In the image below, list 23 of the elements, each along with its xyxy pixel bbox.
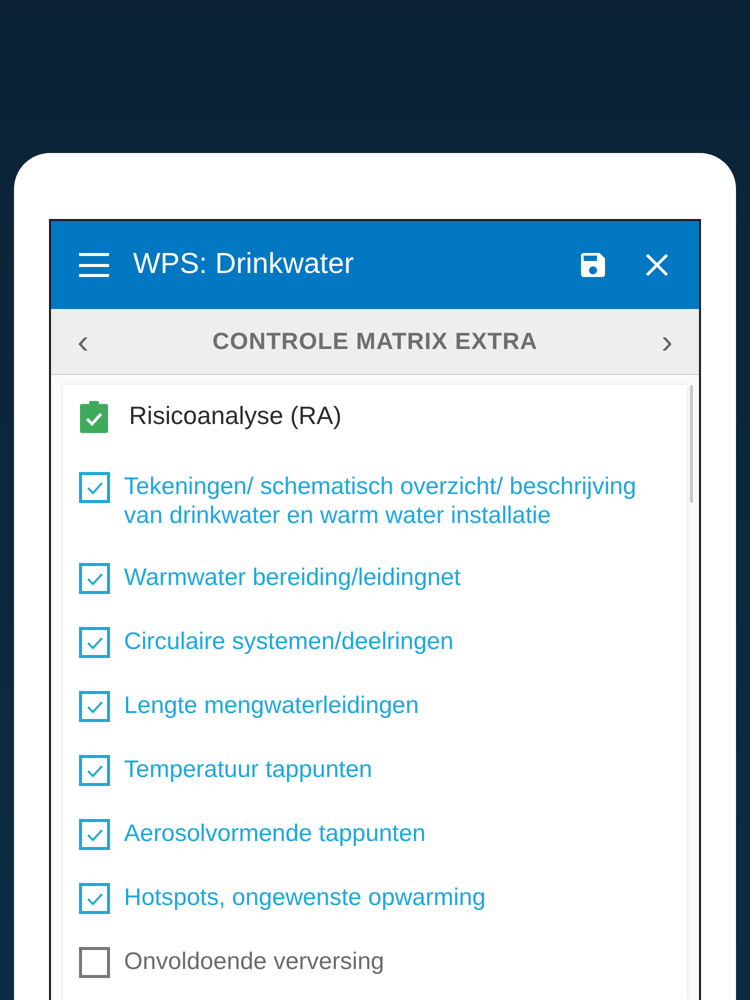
app-title: WPS: Drinkwater xyxy=(133,247,355,282)
checkbox[interactable] xyxy=(79,472,110,503)
checkbox[interactable] xyxy=(79,691,110,722)
checkbox[interactable] xyxy=(79,563,110,594)
checklist-label: Lengte mengwaterleidingen xyxy=(124,691,419,720)
next-button[interactable]: › xyxy=(655,324,679,358)
checklist-label: Onvoldoende verversing xyxy=(124,947,384,976)
checklist-label: Aerosolvormende tappunten xyxy=(124,819,426,848)
checkbox[interactable] xyxy=(79,755,110,786)
checklist-label: Warmwater bereiding/leidingnet xyxy=(124,563,461,592)
checklist-label: Temperatuur tappunten xyxy=(124,755,372,784)
checklist-label: Circulaire systemen/deelringen xyxy=(124,627,454,656)
checklist-label: Tekeningen/ schematisch overzicht/ beschrijving van drinkwater en warm water installatie xyxy=(124,472,638,530)
section-title: Risicoanalyse (RA) xyxy=(129,401,342,432)
checkbox[interactable] xyxy=(79,947,110,978)
checkbox[interactable] xyxy=(79,627,110,658)
previous-button[interactable]: ‹ xyxy=(71,324,95,358)
checklist-label: Hotspots, ongewenste opwarming xyxy=(124,883,486,912)
checkbox[interactable] xyxy=(79,819,110,850)
pager-title: CONTROLE MATRIX EXTRA xyxy=(211,326,539,356)
menu-icon[interactable] xyxy=(79,253,109,277)
checkbox[interactable] xyxy=(79,883,110,914)
close-icon[interactable] xyxy=(645,253,669,277)
